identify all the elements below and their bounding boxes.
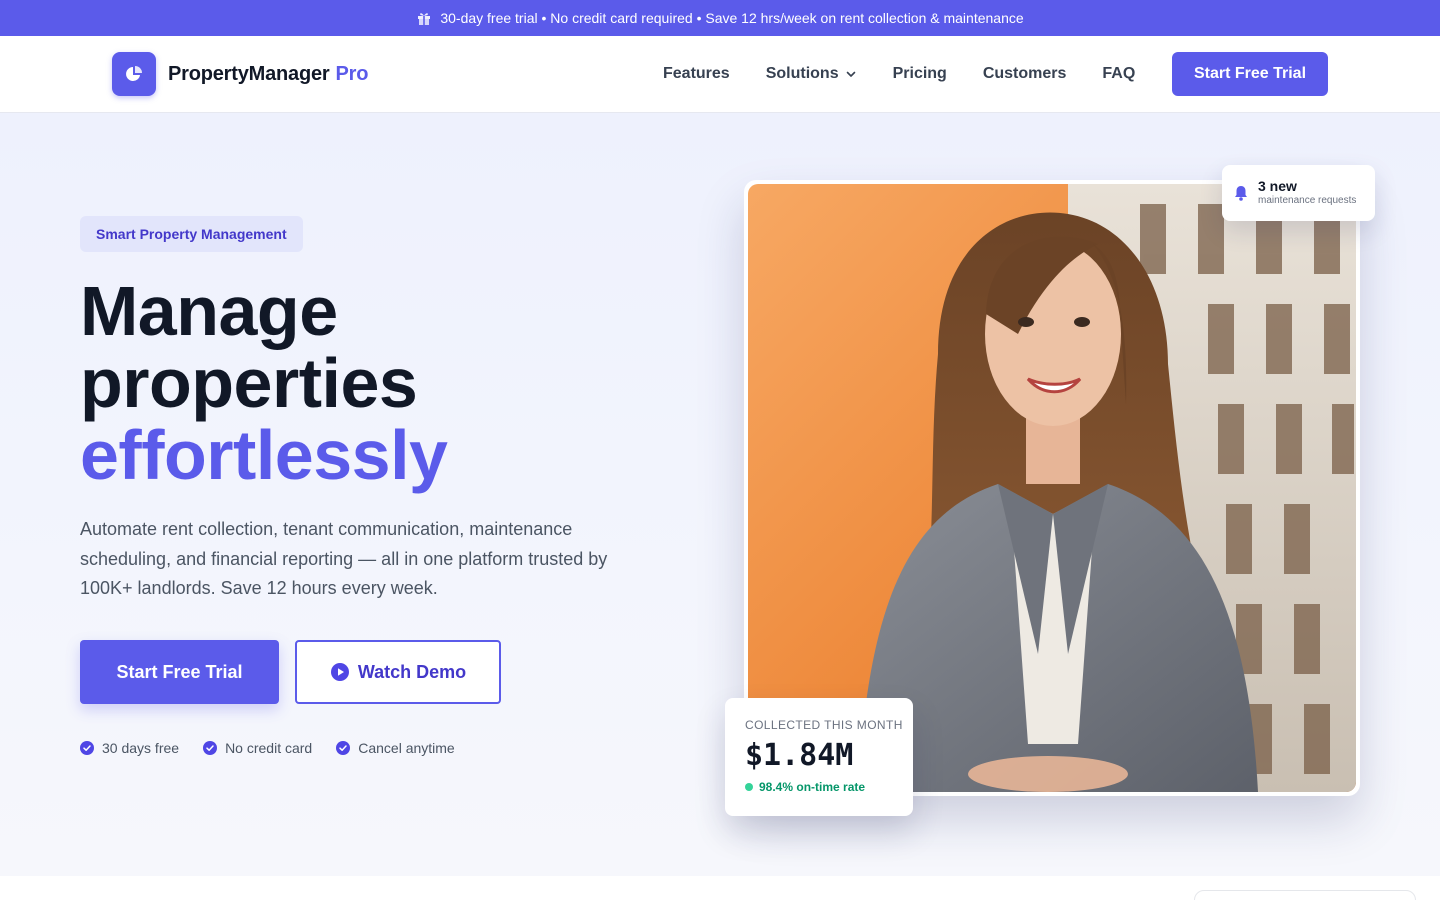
perk-label: No credit card [225,740,313,756]
watch-demo-button[interactable]: Watch Demo [295,640,501,704]
hero-headline: Manage properties effortlessly [80,272,448,494]
play-circle-icon [330,662,350,682]
watch-demo-label: Watch Demo [357,661,467,682]
headline-line-2: properties [80,344,418,422]
bell-icon [1232,184,1250,202]
notification-text: 3 new maintenance requests [1258,178,1356,208]
nav-features[interactable]: Features [663,65,730,83]
check-circle-icon [203,741,218,755]
status-dot-icon [745,783,753,791]
nav-solutions-label: Solutions [765,65,839,82]
nav-customers[interactable]: Customers [983,65,1067,83]
gift-icon [416,10,432,26]
perk-item: Cancel anytime [336,740,455,756]
stat-value: $1.84M [745,738,854,773]
pie-chart-icon [112,52,156,96]
stat-rate-label: 98.4% on-time rate [759,780,866,794]
hero-section: Smart Property Management Manage propert… [0,113,1440,876]
brand[interactable]: PropertyManager Pro [112,52,368,96]
notification-title: 3 new [1258,178,1297,194]
stat-label: COLLECTED THIS MONTH [745,718,903,732]
next-section-card [1194,890,1416,900]
perk-label: Cancel anytime [358,740,455,756]
perk-item: 30 days free [80,740,179,756]
brand-suffix: Pro [335,62,369,85]
nav-faq[interactable]: FAQ [1102,65,1135,83]
headline-accent: effortlessly [80,416,448,494]
main-menu: Features Solutions Pricing Customers FAQ [663,36,1171,112]
check-circle-icon [336,741,351,755]
stat-rate: 98.4% on-time rate [745,780,913,794]
hero-start-trial-button[interactable]: Start Free Trial [80,640,279,704]
top-navigation: PropertyManager Pro Features Solutions Pr… [0,36,1440,113]
brand-name: PropertyManager Pro [168,62,369,85]
hero-badge: Smart Property Management [80,216,303,252]
hero-description: Automate rent collection, tenant communi… [80,519,608,598]
check-circle-icon [80,741,94,755]
nav-start-trial-button[interactable]: Start Free Trial [1172,52,1328,96]
perk-label: 30 days free [102,740,180,756]
collected-stat-card: COLLECTED THIS MONTH $1.84M 98.4% on-tim… [725,698,913,816]
nav-pricing[interactable]: Pricing [893,65,947,83]
maintenance-notification-card[interactable]: 3 new maintenance requests [1222,165,1375,221]
announcement-bar: 30-day free trial • No credit card requi… [0,0,1440,36]
perk-item: No credit card [203,740,312,756]
chevron-down-icon [845,68,857,80]
next-section [0,876,1440,900]
nav-solutions[interactable]: Solutions [766,65,857,83]
headline-line-1: Manage [80,272,338,350]
perk-list: 30 days free No credit card Cancel anyti… [80,740,479,756]
announcement-text: 30-day free trial • No credit card requi… [440,10,1024,26]
notification-subtitle: maintenance requests [1258,195,1357,206]
